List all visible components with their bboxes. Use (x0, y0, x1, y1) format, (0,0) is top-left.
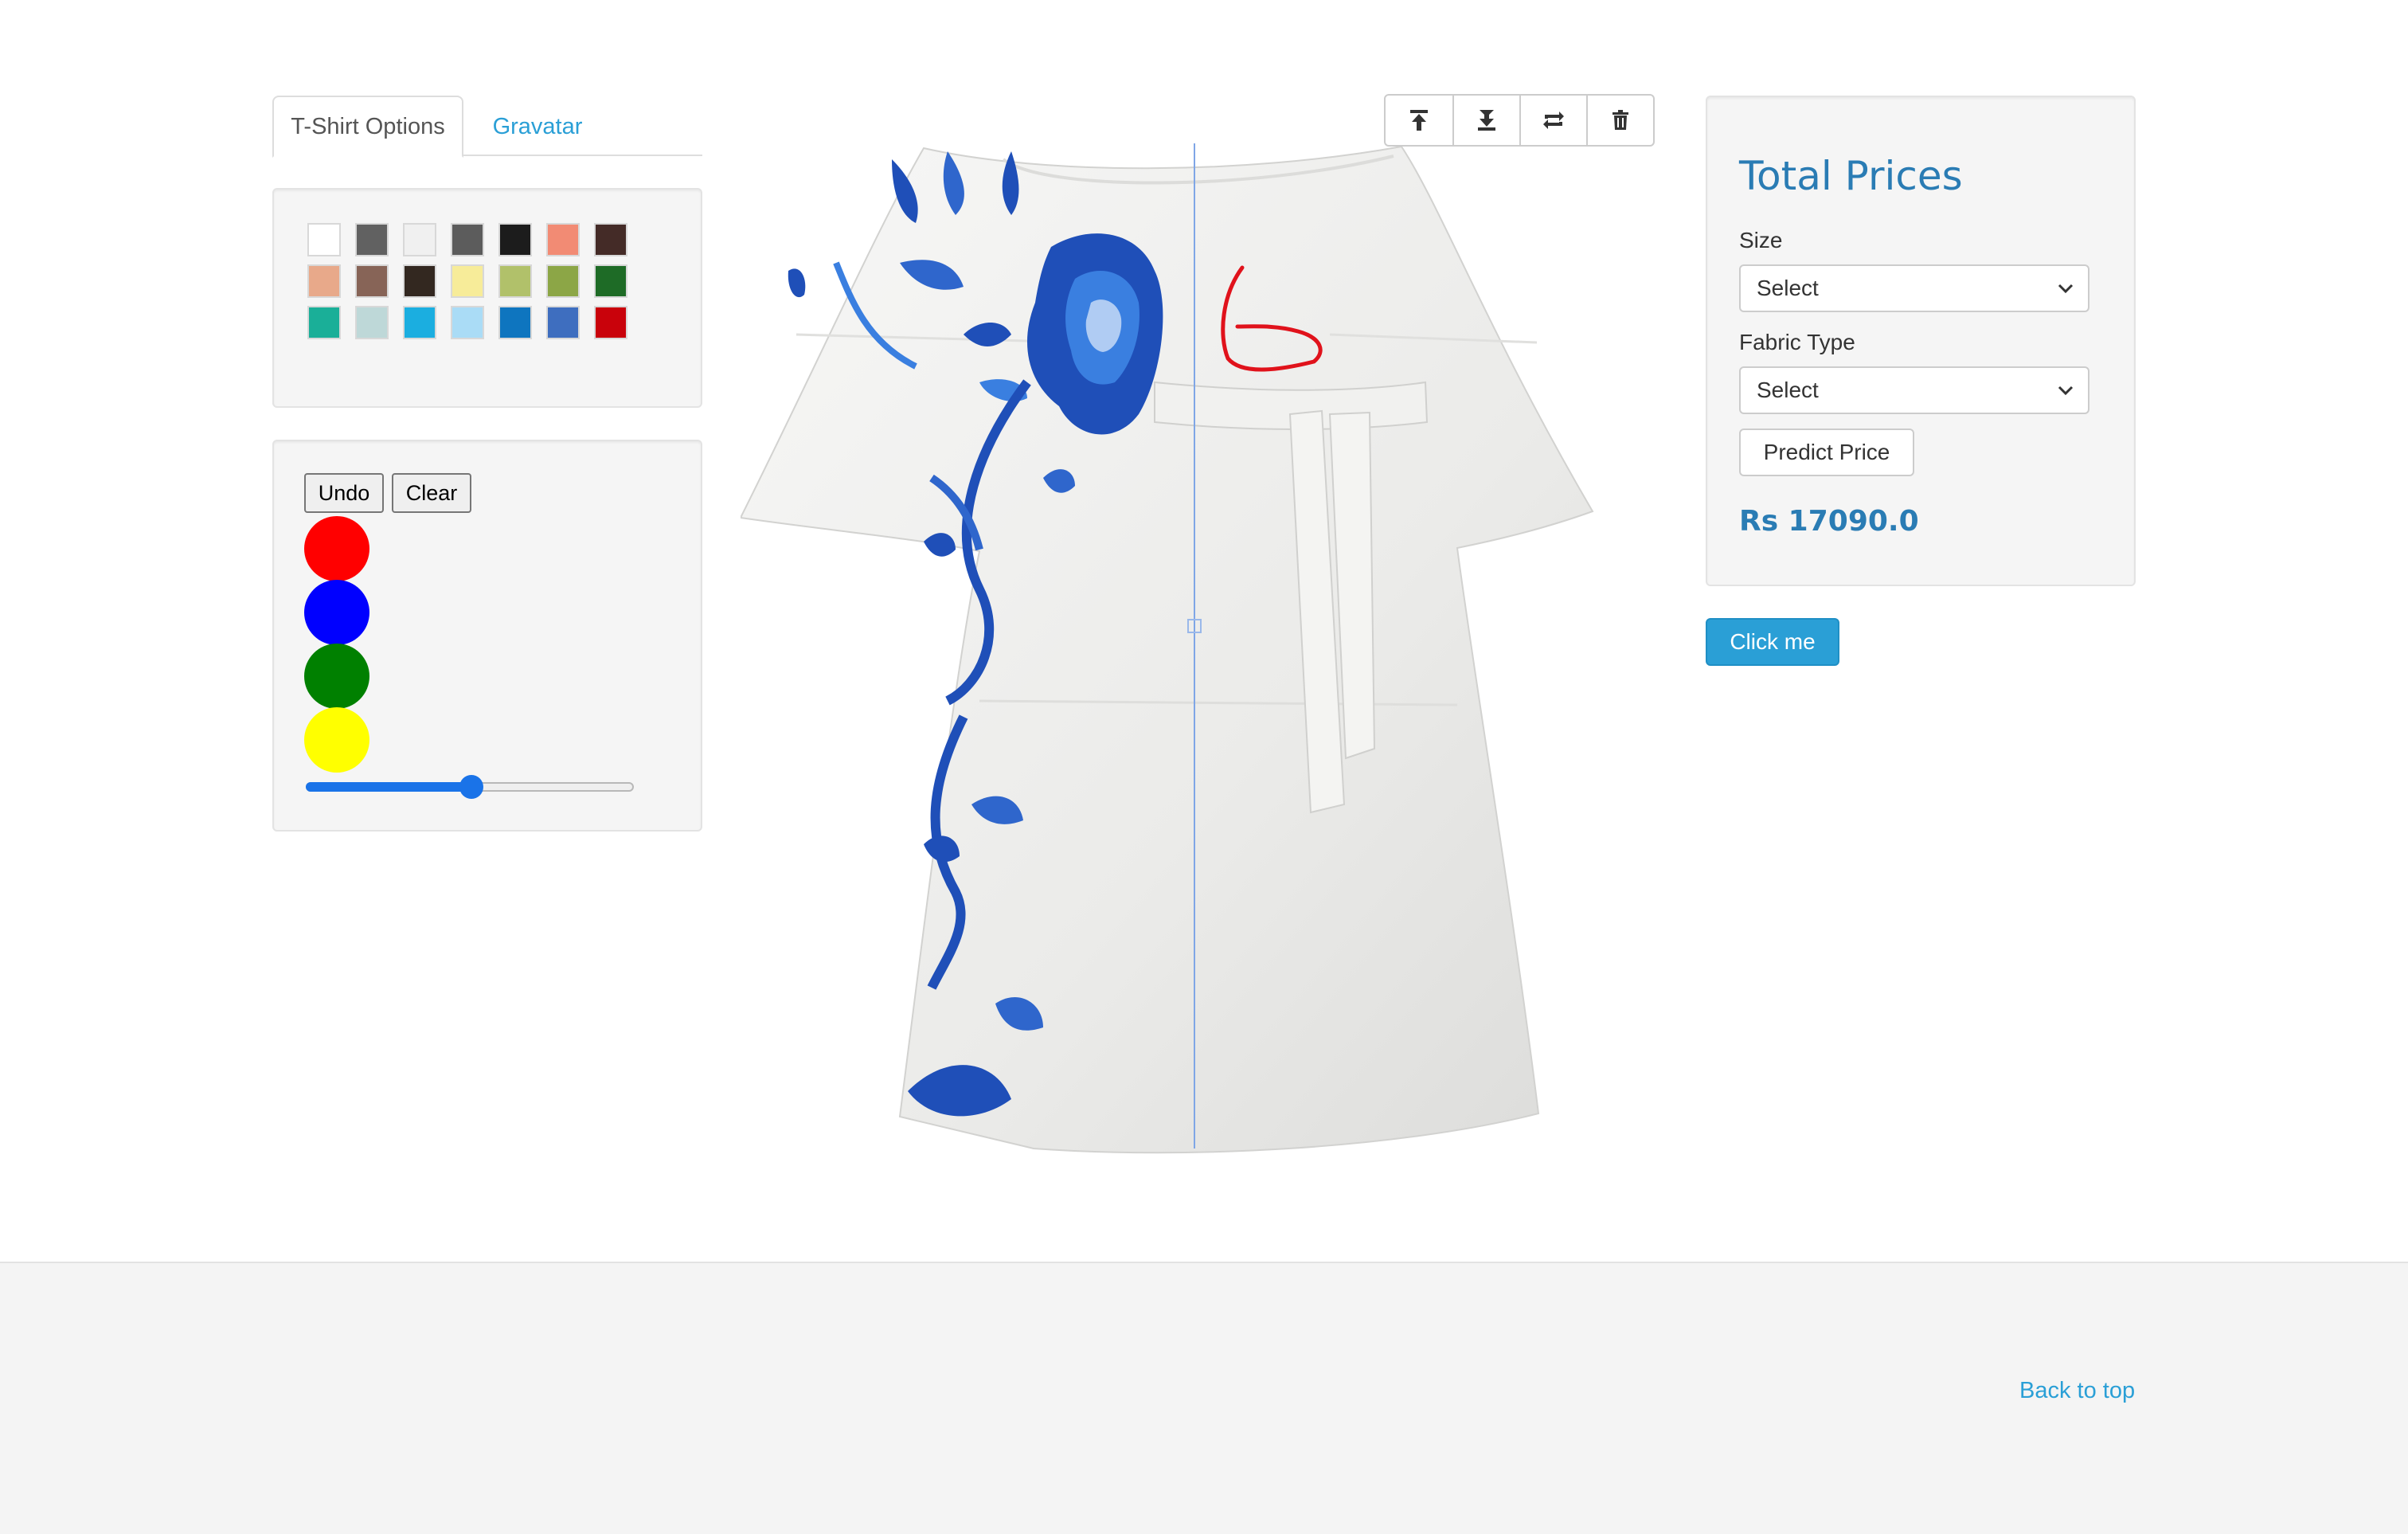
clear-button[interactable]: Clear (392, 473, 471, 513)
brush-color-yellow[interactable] (304, 707, 369, 773)
tab-gravatar[interactable]: Gravatar (470, 96, 605, 158)
tab-t-shirt-options[interactable]: T-Shirt Options (272, 96, 463, 158)
color-swatch[interactable] (498, 264, 532, 298)
color-swatch[interactable] (355, 223, 389, 256)
page-footer: Back to top (0, 1262, 2408, 1534)
brush-size-slider[interactable] (306, 775, 634, 799)
color-swatch[interactable] (403, 306, 436, 339)
size-select-value: Select (1757, 276, 1819, 300)
color-swatch[interactable] (546, 306, 580, 339)
fabric-type-select[interactable]: Select (1739, 366, 2089, 414)
options-tabs: T-Shirt Options Gravatar (272, 96, 702, 158)
pricing-title: Total Prices (1739, 153, 1963, 199)
flip-button[interactable] (1519, 96, 1586, 145)
size-label: Size (1739, 228, 1783, 252)
color-swatch[interactable] (403, 264, 436, 298)
swatch-grid (307, 223, 627, 339)
color-swatch[interactable] (307, 306, 341, 339)
send-to-back-button[interactable] (1452, 96, 1519, 145)
trash-icon (1612, 110, 1628, 130)
color-swatch[interactable] (307, 223, 341, 256)
color-swatch[interactable] (594, 306, 627, 339)
undo-button[interactable]: Undo (304, 473, 384, 513)
color-swatch[interactable] (498, 306, 532, 339)
back-to-top-link[interactable]: Back to top (2019, 1378, 2135, 1404)
color-swatch[interactable] (451, 223, 484, 256)
fabric-type-label: Fabric Type (1739, 330, 1855, 354)
dress-image (741, 145, 1594, 1154)
chevron-down-icon (2058, 385, 2074, 396)
color-swatch[interactable] (403, 223, 436, 256)
fabric-type-select-value: Select (1757, 378, 1819, 402)
delete-button[interactable] (1586, 96, 1653, 145)
pricing-panel: Total Prices Size Select Fabric Type Sel… (1706, 96, 2136, 586)
bring-to-front-button[interactable] (1386, 96, 1452, 145)
color-swatch-panel (272, 188, 702, 408)
predict-price-button[interactable]: Predict Price (1739, 429, 1914, 476)
flip-icon (1543, 112, 1564, 129)
color-swatch[interactable] (451, 306, 484, 339)
brush-color-green[interactable] (304, 644, 369, 709)
brush-size-slider-fill (306, 782, 470, 792)
color-swatch[interactable] (594, 223, 627, 256)
color-swatch[interactable] (451, 264, 484, 298)
color-swatch[interactable] (307, 264, 341, 298)
size-select[interactable]: Select (1739, 264, 2089, 312)
color-swatch[interactable] (546, 264, 580, 298)
click-me-button[interactable]: Click me (1706, 618, 1839, 666)
color-swatch[interactable] (498, 223, 532, 256)
color-swatch[interactable] (546, 223, 580, 256)
color-swatch[interactable] (355, 306, 389, 339)
bring-to-front-icon (1410, 110, 1428, 131)
predicted-price: Rs 17090.0 (1739, 505, 1919, 538)
object-toolbar (1384, 94, 1655, 147)
garment-canvas[interactable] (741, 143, 1648, 1155)
drawing-panel: Undo Clear (272, 440, 702, 832)
brush-size-slider-thumb[interactable] (459, 775, 483, 799)
brush-color-red[interactable] (304, 516, 369, 581)
color-swatch[interactable] (594, 264, 627, 298)
color-swatch[interactable] (355, 264, 389, 298)
chevron-down-icon (2058, 284, 2074, 294)
send-to-back-icon (1478, 110, 1495, 131)
brush-color-blue[interactable] (304, 580, 369, 645)
